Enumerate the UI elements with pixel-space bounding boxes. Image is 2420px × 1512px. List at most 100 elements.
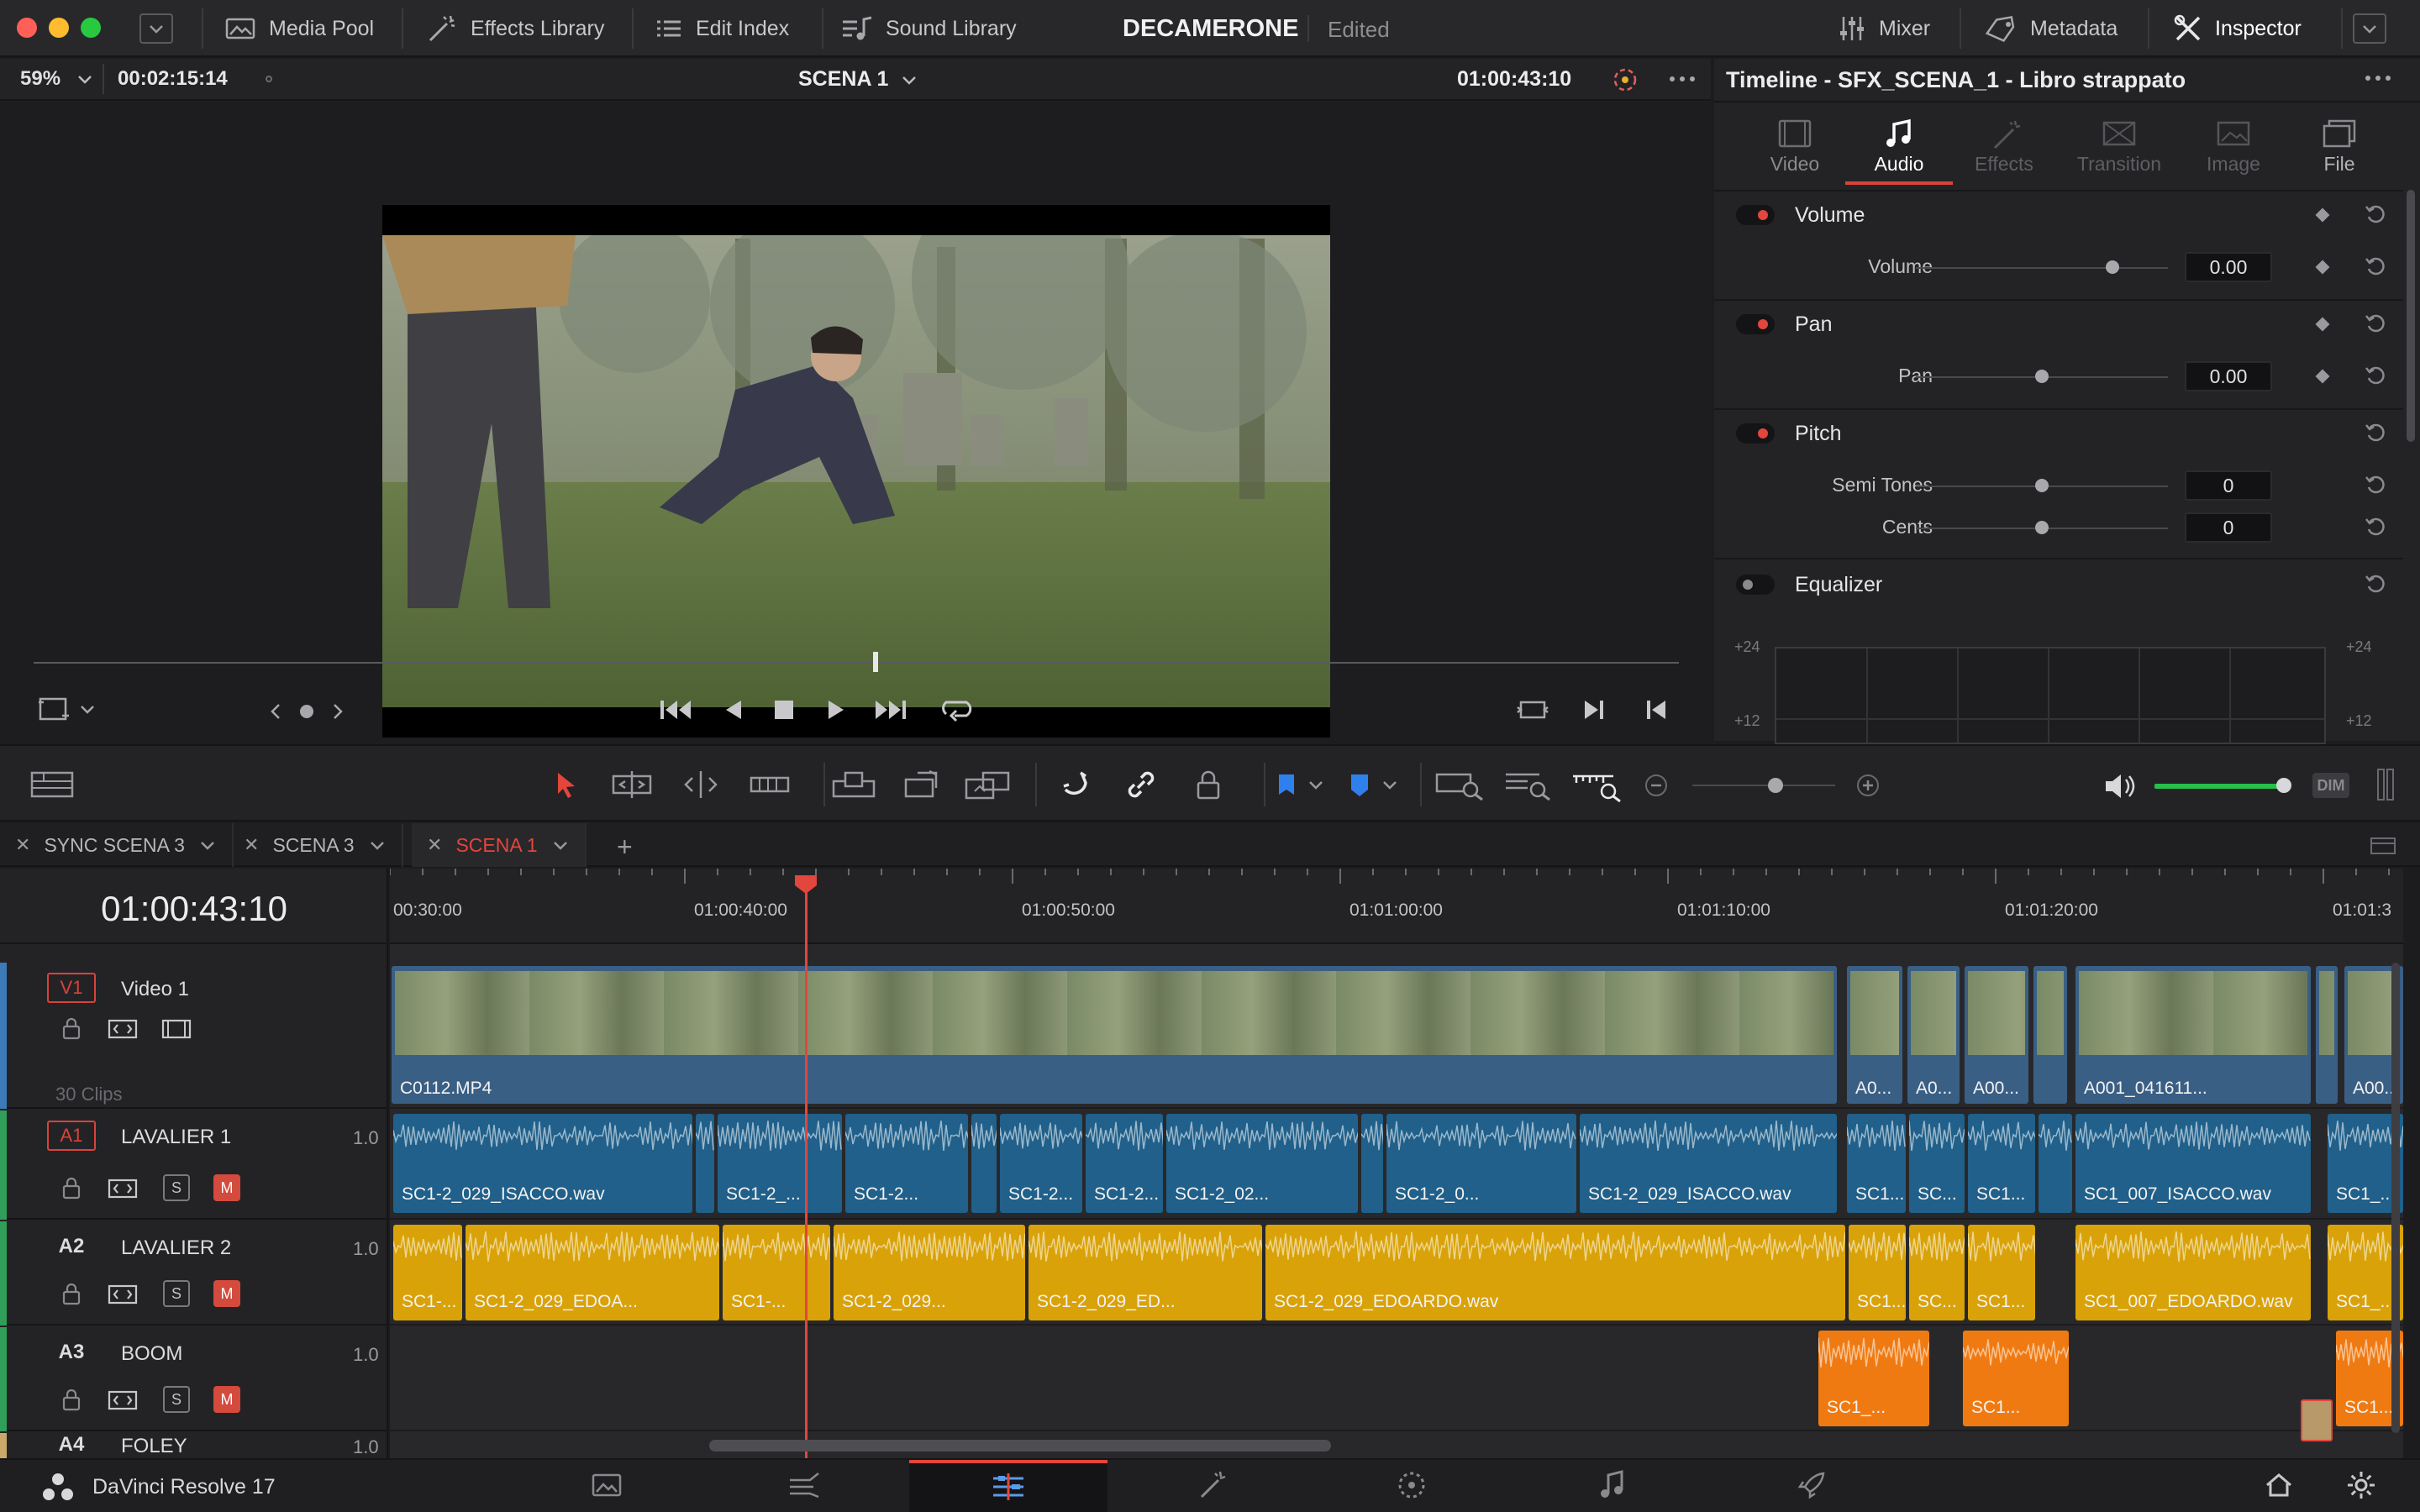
sound-library-button[interactable]: Sound Library [840, 0, 1017, 57]
equalizer-enable-toggle[interactable] [1736, 575, 1775, 595]
volume-value-field[interactable]: 0.00 [2185, 252, 2272, 282]
match-frame-button[interactable] [1516, 696, 1549, 724]
lavalier-1-clip[interactable]: SC1-2_0... [1386, 1114, 1576, 1213]
snapping-button[interactable] [1057, 766, 1094, 803]
track-target-v1[interactable]: V1 [47, 973, 96, 1003]
fairlight-page-button[interactable] [1578, 1463, 1645, 1507]
pan-keyframe-icon[interactable] [2315, 369, 2330, 384]
lavalier-2-clip[interactable]: SC1-2_029_ED... [1028, 1225, 1262, 1320]
lavalier-2-clip[interactable]: SC1-2_029_EDOARDO.wav [1265, 1225, 1845, 1320]
timeline-view-options-button[interactable] [29, 768, 76, 801]
track-lock-a1[interactable] [59, 1174, 84, 1201]
trim-tool-button[interactable] [608, 768, 655, 801]
tab-file[interactable]: File [2297, 116, 2381, 176]
stop-button[interactable] [770, 696, 798, 724]
pan-slider-handle[interactable] [2035, 370, 2049, 383]
reset-volume-button[interactable] [2363, 254, 2388, 279]
lavalier-1-clip[interactable]: SC1-2... [845, 1114, 968, 1213]
video-clip[interactable]: C0112.MP4 [392, 966, 1837, 1104]
mute-button-a3[interactable]: M [213, 1386, 240, 1413]
play-reverse-button[interactable] [721, 696, 746, 724]
inspector-button[interactable]: Inspector [2173, 0, 2302, 57]
linked-selection-button[interactable] [1123, 766, 1160, 803]
pitch-enable-toggle[interactable] [1736, 423, 1775, 444]
solo-button-a2[interactable]: S [163, 1280, 190, 1307]
mute-button-a2[interactable]: M [213, 1280, 240, 1307]
lavalier-1-clip[interactable]: SC... [1909, 1114, 1965, 1213]
fusion-page-button[interactable] [1178, 1463, 1245, 1507]
volume-slider-handle[interactable] [2106, 260, 2119, 274]
loop-button[interactable] [938, 694, 976, 724]
next-edit-button[interactable] [1580, 696, 1608, 724]
volume-keyframe-icon[interactable] [2315, 260, 2330, 275]
position-lock-button[interactable] [1190, 766, 1227, 803]
eq-graph[interactable] [1775, 647, 2326, 744]
timeline-area[interactable]: 00:30:00 01:00:40:00 01:00:50:00 01:01:0… [390, 869, 2403, 1458]
reset-semitones-button[interactable] [2363, 472, 2388, 497]
solo-button-a1[interactable]: S [163, 1174, 190, 1201]
video-clip[interactable]: A0... [1907, 966, 1960, 1104]
boom-clip[interactable]: SC1... [1963, 1331, 2069, 1426]
reset-cents-button[interactable] [2363, 514, 2388, 539]
marker-dropdown[interactable] [1344, 766, 1400, 803]
zoom-detail-button[interactable] [1502, 766, 1556, 803]
foley-clip[interactable] [2301, 1399, 2333, 1441]
pan-value-field[interactable]: 0.00 [2185, 361, 2272, 391]
timeline-horizontal-scrollbar[interactable] [709, 1440, 1331, 1452]
tabs-options-button[interactable] [2368, 833, 2402, 858]
lavalier-1-clip[interactable] [696, 1114, 714, 1213]
mute-button-a1[interactable]: M [213, 1174, 240, 1201]
lavalier-1-clip[interactable]: SC1_007_ISACCO.wav [2075, 1114, 2311, 1213]
video-clip[interactable]: A0... [1847, 966, 1902, 1104]
cut-page-button[interactable] [771, 1463, 839, 1507]
panel-options-button[interactable] [2353, 13, 2386, 44]
semitones-value-field[interactable]: 0 [2185, 470, 2272, 501]
jog-control[interactable] [269, 699, 345, 724]
reset-equalizer-button[interactable] [2363, 571, 2388, 596]
close-tab-icon[interactable]: ✕ [244, 834, 259, 856]
tab-audio[interactable]: Audio [1845, 116, 1953, 185]
lavalier-2-clip[interactable]: SC1-... [393, 1225, 462, 1320]
volume-enable-toggle[interactable] [1736, 205, 1775, 225]
viewer-scrub-track[interactable] [34, 662, 1679, 664]
dim-button[interactable]: DIM [2312, 773, 2349, 798]
auto-select-v1[interactable] [106, 1016, 139, 1042]
close-window-button[interactable] [17, 18, 37, 38]
zoom-custom-button[interactable] [1570, 766, 1623, 803]
tab-scena-1[interactable]: ✕ SCENA 1 [412, 823, 587, 867]
semitones-slider-handle[interactable] [2035, 479, 2049, 492]
viewer-mode-dropdown[interactable] [37, 694, 97, 724]
maximize-window-button[interactable] [81, 18, 101, 38]
track-enable-v1[interactable] [160, 1016, 193, 1042]
tab-effects[interactable]: Effects [1958, 116, 2050, 176]
insert-clip-button[interactable] [830, 768, 877, 801]
lavalier-1-clip[interactable] [971, 1114, 997, 1213]
track-target-a3[interactable]: A3 [47, 1337, 96, 1368]
minimize-window-button[interactable] [49, 18, 69, 38]
pan-enable-toggle[interactable] [1736, 314, 1775, 334]
go-to-start-button[interactable] [657, 696, 694, 724]
replace-clip-button[interactable] [963, 768, 1013, 801]
add-tab-button[interactable]: + [617, 832, 633, 863]
viewer-scrub-playhead[interactable] [872, 652, 878, 672]
inspector-options-button[interactable] [2361, 66, 2395, 91]
auto-select-a1[interactable] [106, 1176, 139, 1201]
track-lock-v1[interactable] [59, 1015, 84, 1042]
timeline-zoom-slider[interactable] [1692, 785, 1835, 786]
video-clip[interactable]: A00... [1965, 966, 2028, 1104]
video-frame[interactable] [382, 205, 1330, 738]
close-tab-icon[interactable]: ✕ [15, 834, 30, 856]
project-settings-button[interactable] [2328, 1463, 2395, 1507]
zoom-in-button[interactable] [1855, 773, 1881, 798]
media-pool-button[interactable]: Media Pool [224, 0, 374, 57]
keyframe-icon[interactable] [2315, 317, 2330, 332]
zoom-full-extent-button[interactable] [1434, 766, 1487, 803]
lavalier-1-clip[interactable]: SC1... [1847, 1114, 1906, 1213]
reset-pan-section-button[interactable] [2363, 311, 2388, 336]
timeline-ruler[interactable]: 00:30:00 01:00:40:00 01:00:50:00 01:01:0… [390, 869, 2403, 944]
lavalier-2-clip[interactable]: SC1-... [723, 1225, 830, 1320]
reset-pitch-section-button[interactable] [2363, 420, 2388, 445]
track-target-a1[interactable]: A1 [47, 1121, 96, 1151]
reset-pan-button[interactable] [2363, 363, 2388, 388]
keyframe-icon[interactable] [2315, 207, 2330, 223]
